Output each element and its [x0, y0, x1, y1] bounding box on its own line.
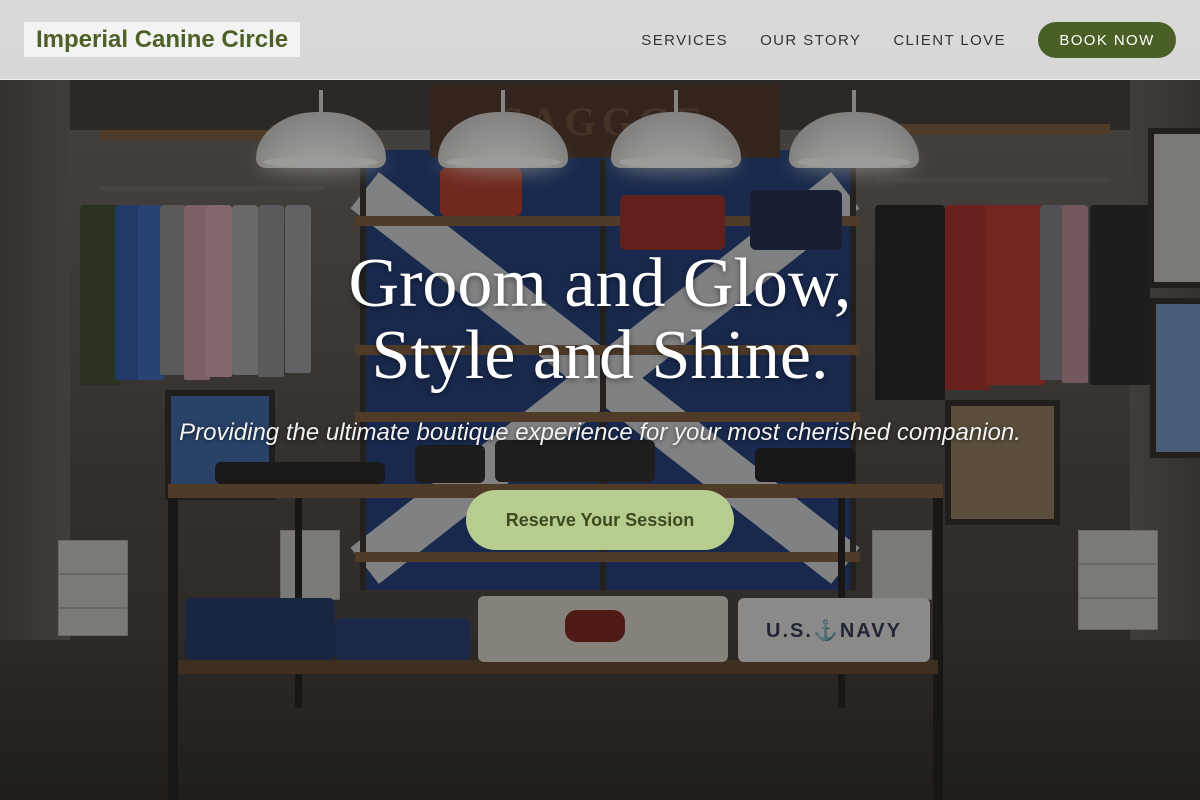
nav-link-our-story[interactable]: OUR STORY [760, 32, 861, 49]
hero-title-line-2: Style and Shine. [371, 317, 829, 394]
site-header: Imperial Canine Circle SERVICES OUR STOR… [0, 0, 1200, 80]
main-nav: SERVICES OUR STORY CLIENT LOVE BOOK NOW [641, 22, 1176, 58]
nav-link-client-love[interactable]: CLIENT LOVE [893, 32, 1006, 49]
hero-title-line-1: Groom and Glow, [348, 245, 852, 322]
reserve-session-button[interactable]: Reserve Your Session [466, 490, 734, 550]
book-now-button[interactable]: BOOK NOW [1038, 22, 1176, 58]
brand-logo[interactable]: Imperial Canine Circle [24, 22, 301, 57]
hero-subtitle: Providing the ultimate boutique experien… [179, 419, 1021, 446]
hero-section: Groom and Glow, Style and Shine. Providi… [0, 0, 1200, 800]
nav-link-services[interactable]: SERVICES [641, 32, 728, 49]
hero-title: Groom and Glow, Style and Shine. [0, 248, 1200, 392]
